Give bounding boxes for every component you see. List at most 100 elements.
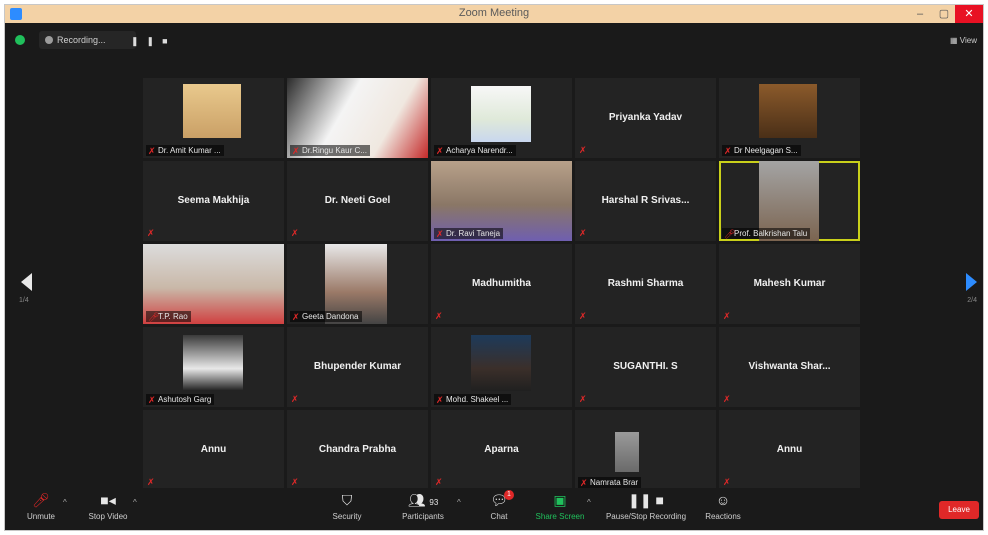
stop-recording-icon[interactable]: ■ (162, 36, 175, 46)
participant-tile[interactable]: SUGANTHI. S ✗ (575, 327, 716, 407)
participant-name-label: ✗ Ashutosh Garg (146, 394, 215, 405)
participant-name: Madhumitha (472, 278, 531, 289)
participant-name-label: 🎤︎ Prof. Balkrishan Talu (722, 228, 811, 239)
maximize-button[interactable]: ▢ (933, 5, 955, 23)
pause-stop-recording-button[interactable]: ❚❚ ■ Pause/Stop Recording (603, 492, 689, 521)
participant-tile[interactable]: Harshal R Srivas... ✗ (575, 161, 716, 241)
participant-name: Dr. Amit Kumar ... (158, 146, 221, 155)
view-label: View (959, 36, 977, 45)
recording-controls: ❚❚■ (131, 36, 176, 47)
participant-tile[interactable]: Vishwanta Shar... ✗ (719, 327, 860, 407)
participant-name: Bhupender Kumar (313, 361, 402, 372)
participant-tile[interactable]: 🎤︎ Prof. Balkrishan Talu (719, 161, 860, 241)
meeting-toolbar: 🎤︎ Unmute ^ ■◂ Stop Video ^ ⛉ Security 👥… (5, 488, 983, 530)
participant-tile[interactable]: ✗ Acharya Narendr... (431, 78, 572, 158)
chat-label: Chat (490, 512, 508, 521)
participant-tile[interactable]: Madhumitha ✗ (431, 244, 572, 324)
muted-mic-icon: ✗ (147, 477, 155, 487)
participant-tile[interactable]: ✗ Namrata Brar (575, 410, 716, 490)
participant-name-label: ✗ Geeta Dandona (290, 311, 362, 322)
chat-button[interactable]: 💬︎ 1 Chat (483, 490, 515, 521)
participant-video (759, 84, 817, 138)
participant-tile[interactable]: Rashmi Sharma ✗ (575, 244, 716, 324)
muted-mic-icon: ✗ (724, 146, 732, 156)
security-shield-icon[interactable] (15, 35, 25, 45)
participant-name-label: ✗ Dr Neelgagan S... (722, 145, 801, 156)
security-button[interactable]: ⛉ Security (325, 492, 369, 521)
participant-name: Aparna (484, 444, 519, 455)
participant-name-label: ✗ Dr.Ringu Kaur C... (290, 145, 370, 156)
participant-name: Namrata Brar (590, 478, 639, 487)
leave-button[interactable]: Leave (939, 501, 979, 519)
chat-badge: 1 (503, 490, 514, 500)
participant-tile[interactable]: ✗ Dr Neelgagan S... (719, 78, 860, 158)
page-indicator-left: 1/4 (19, 297, 29, 304)
participant-name: Seema Makhija (177, 195, 250, 206)
stop-video-label: Stop Video (88, 512, 128, 521)
security-label: Security (332, 512, 362, 521)
participant-tile[interactable]: ✗ Dr.Ringu Kaur C... (287, 78, 428, 158)
participants-button[interactable]: 👥︎ 93 Participants (391, 492, 455, 521)
participant-name: Annu (200, 444, 227, 455)
participant-tile[interactable]: Annu ✗ (143, 410, 284, 490)
participant-tile[interactable]: ✗ Mohd. Shakeel ... (431, 327, 572, 407)
participant-tile[interactable]: 🎤︎ T.P. Rao (143, 244, 284, 324)
shield-icon: ⛉ (341, 492, 353, 508)
muted-mic-icon: ✗ (436, 146, 444, 156)
title-bar: Zoom Meeting – ▢ ✕ (5, 5, 983, 23)
muted-mic-icon: ✗ (723, 477, 731, 487)
muted-mic-icon: ✗ (723, 311, 731, 321)
participant-name: Rashmi Sharma (607, 278, 684, 289)
participant-tile[interactable]: Bhupender Kumar ✗ (287, 327, 428, 407)
zoom-window: Zoom Meeting – ▢ ✕ Recording... ❚❚■ ▦ Vi… (4, 4, 984, 531)
muted-mic-icon: ✗ (291, 394, 299, 404)
muted-mic-icon: ✗ (579, 228, 587, 238)
share-screen-button[interactable]: ▣ Share Screen (535, 492, 585, 521)
participant-name: Mahesh Kumar (753, 278, 826, 289)
participant-tile[interactable]: ✗ Dr. Amit Kumar ... (143, 78, 284, 158)
participant-name-label: ✗ Namrata Brar (578, 477, 642, 488)
video-camera-icon: ■◂ (100, 492, 116, 508)
recording-label: Recording... (57, 35, 106, 45)
participant-name: Acharya Narendr... (446, 146, 513, 155)
share-screen-label: Share Screen (535, 512, 585, 521)
minimize-button[interactable]: – (909, 5, 931, 23)
participant-tile[interactable]: Aparna ✗ (431, 410, 572, 490)
previous-page-arrow[interactable] (21, 273, 32, 291)
muted-mic-icon: ✗ (723, 394, 731, 404)
participant-tile[interactable]: Dr. Neeti Goel ✗ (287, 161, 428, 241)
stop-video-button[interactable]: ■◂ Stop Video (83, 492, 133, 521)
participant-name: Chandra Prabha (318, 444, 397, 455)
participant-name: Annu (776, 444, 803, 455)
pause-recording-icon[interactable]: ❚❚ (131, 36, 162, 46)
share-options-caret[interactable]: ^ (587, 498, 591, 507)
close-button[interactable]: ✕ (955, 5, 983, 23)
next-page-arrow[interactable] (966, 273, 977, 291)
participant-name-label: ✗ Mohd. Shakeel ... (434, 394, 512, 405)
participant-tile[interactable]: Mahesh Kumar ✗ (719, 244, 860, 324)
video-options-caret[interactable]: ^ (133, 498, 137, 507)
participant-tile[interactable]: Seema Makhija ✗ (143, 161, 284, 241)
participant-name: Harshal R Srivas... (601, 195, 690, 206)
participant-tile[interactable]: Annu ✗ (719, 410, 860, 490)
participant-name: Ashutosh Garg (158, 395, 212, 404)
participant-tile[interactable]: ✗ Geeta Dandona (287, 244, 428, 324)
participants-options-caret[interactable]: ^ (457, 498, 461, 507)
participant-name: Geeta Dandona (302, 312, 359, 321)
participant-video (183, 335, 243, 391)
window-title: Zoom Meeting (458, 7, 530, 19)
participants-icon: 👥︎ 93 (407, 492, 439, 508)
audio-options-caret[interactable]: ^ (63, 498, 67, 507)
muted-mic-icon: ✗ (435, 477, 443, 487)
mic-icon: 🎤︎ (148, 312, 160, 322)
view-button[interactable]: ▦ View (950, 36, 977, 45)
participant-tile[interactable]: Priyanka Yadav ✗ (575, 78, 716, 158)
reactions-button[interactable]: ☺ Reactions (701, 492, 745, 521)
participant-tile[interactable]: Chandra Prabha ✗ (287, 410, 428, 490)
unmute-button[interactable]: 🎤︎ Unmute (19, 492, 63, 521)
participant-tile[interactable]: ✗ Ashutosh Garg (143, 327, 284, 407)
muted-mic-icon: ✗ (292, 146, 300, 156)
gallery-view: ✗ Dr. Amit Kumar ... ✗ Dr.Ringu Kaur C... ✗ A… (143, 78, 860, 490)
participant-tile[interactable]: ✗ Dr. Ravi Taneja (431, 161, 572, 241)
participant-name: Vishwanta Shar... (748, 361, 831, 372)
